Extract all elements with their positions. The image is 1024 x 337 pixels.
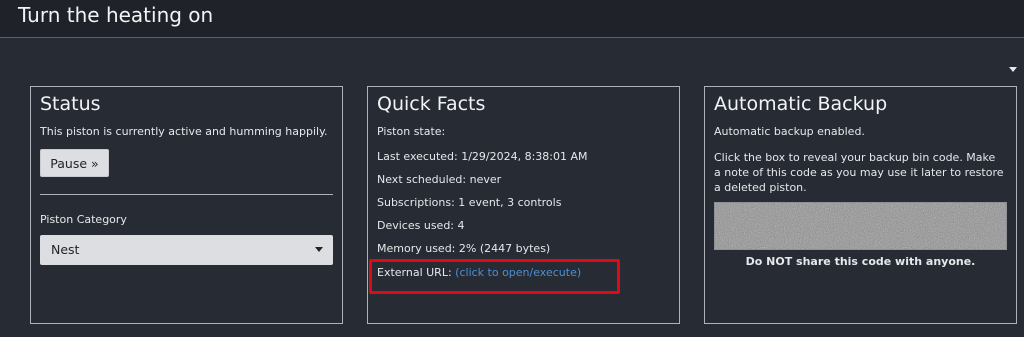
status-title: Status [40, 93, 101, 115]
caret-down-icon[interactable] [1009, 67, 1017, 72]
top-bar: Turn the heating on [0, 0, 1024, 38]
chevron-down-icon [315, 247, 323, 252]
quick-facts-title: Quick Facts [377, 93, 486, 115]
status-panel: Status This piston is currently active a… [30, 86, 343, 324]
automatic-backup-title: Automatic Backup [714, 93, 888, 115]
piston-category-select[interactable]: Nest [40, 235, 333, 265]
subscriptions: Subscriptions: 1 event, 3 controls [377, 196, 562, 209]
memory-used: Memory used: 2% (2447 bytes) [377, 242, 551, 255]
pause-button[interactable]: Pause » [40, 149, 109, 177]
last-executed: Last executed: 1/29/2024, 8:38:01 AM [377, 150, 588, 163]
status-text: This piston is currently active and humm… [40, 125, 328, 138]
backup-enabled-text: Automatic backup enabled. [714, 125, 865, 138]
automatic-backup-panel: Automatic Backup Automatic backup enable… [704, 86, 1017, 324]
backup-instructions: Click the box to reveal your backup bin … [714, 151, 1004, 194]
highlight-annotation [369, 259, 620, 294]
piston-category-label: Piston Category [40, 213, 127, 226]
backup-warning: Do NOT share this code with anyone. [745, 255, 976, 268]
devices-used: Devices used: 4 [377, 219, 465, 232]
piston-category-value: Nest [51, 242, 80, 257]
page-title: Turn the heating on [18, 3, 214, 27]
next-scheduled: Next scheduled: never [377, 173, 502, 186]
divider [40, 194, 333, 195]
backup-code-box[interactable] [714, 202, 1007, 250]
obscured-code-pattern [715, 203, 1006, 249]
piston-state: Piston state: [377, 125, 446, 138]
